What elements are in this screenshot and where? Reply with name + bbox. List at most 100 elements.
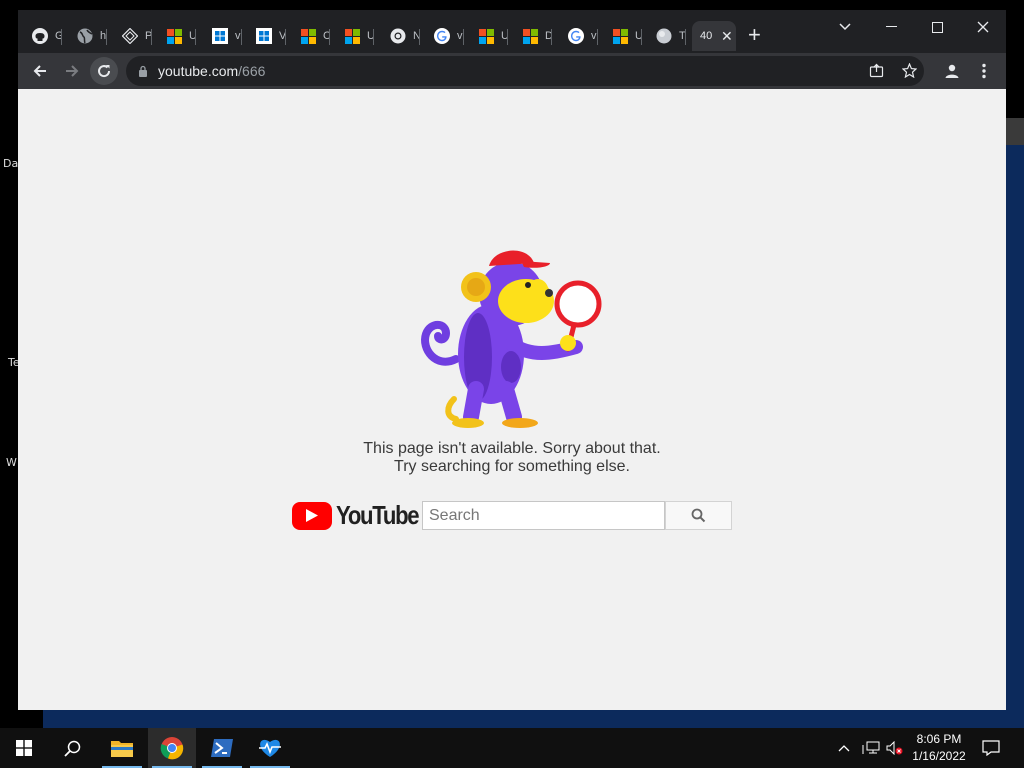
google-icon [434, 28, 450, 44]
clock-time: 8:06 PM [916, 732, 962, 746]
chrome-icon [160, 737, 184, 760]
desktop-icon-label[interactable]: Da [3, 157, 18, 170]
taskbar-search-button[interactable] [48, 728, 96, 768]
error-message-line1: This page isn't available. Sorry about t… [363, 440, 661, 457]
chevron-up-icon [838, 745, 850, 752]
error-message-line2: Try searching for something else. [394, 458, 630, 475]
tab-active[interactable]: 40 ✕ [692, 21, 736, 51]
arrow-left-icon [33, 65, 46, 77]
share-icon[interactable] [869, 63, 884, 82]
profile-button[interactable] [938, 57, 966, 85]
chevron-down-icon [839, 23, 851, 31]
microsoft-icon [612, 28, 628, 44]
chrome-icon [390, 28, 406, 44]
tab-separator [685, 29, 686, 45]
person-icon [945, 64, 959, 78]
folder-icon [111, 741, 133, 757]
youtube-logo[interactable]: YouTube [292, 500, 433, 531]
globe-gray-icon [656, 28, 672, 44]
tab-15[interactable]: T [642, 21, 686, 51]
tab-2[interactable]: h [63, 21, 107, 51]
globe-icon [77, 28, 93, 44]
reload-button[interactable] [90, 57, 118, 85]
tab-7[interactable]: C [286, 21, 330, 51]
monkey-illustration [421, 250, 602, 428]
taskbar-monitor-app[interactable] [246, 728, 294, 768]
tab-separator [551, 29, 552, 45]
tab-3[interactable]: P [108, 21, 152, 51]
bookmark-star-icon[interactable] [901, 62, 918, 82]
start-button[interactable] [0, 728, 48, 768]
taskbar-chrome[interactable] [148, 728, 196, 768]
close-icon [977, 21, 989, 33]
tab-10[interactable]: v [420, 21, 464, 51]
tab-9[interactable]: N [376, 21, 420, 51]
search-icon [63, 740, 80, 757]
forward-button[interactable] [58, 57, 86, 85]
search-icon [691, 508, 706, 523]
search-button[interactable] [665, 501, 732, 530]
lock-icon[interactable] [138, 65, 148, 77]
tab-4[interactable]: U [152, 21, 196, 51]
minimize-icon [885, 26, 897, 27]
heart-pulse-icon [259, 739, 281, 757]
microsoft-icon [166, 28, 182, 44]
microsoft-icon [478, 28, 494, 44]
tab-separator [106, 29, 107, 45]
show-hidden-icons-button[interactable] [838, 728, 850, 768]
new-tab-button[interactable]: + [748, 24, 761, 46]
menu-button[interactable] [970, 57, 998, 85]
volume-tray-button[interactable] [886, 728, 904, 768]
back-button[interactable] [26, 57, 54, 85]
tab-title: 40 [700, 30, 712, 42]
youtube-play-icon [292, 501, 332, 530]
clock-date: 1/16/2022 [912, 749, 966, 763]
url-host: youtube.com [158, 63, 239, 79]
taskbar-powershell[interactable] [198, 728, 246, 768]
tab-separator [61, 29, 62, 45]
system-clock[interactable]: 8:06 PM 1/16/2022 [906, 731, 972, 765]
maximize-icon [931, 21, 943, 33]
tab-search-button[interactable] [825, 12, 865, 42]
github-icon [32, 28, 48, 44]
search-input[interactable] [422, 501, 665, 530]
tab-strip: GhPUvVCUNvUDvUT 40 ✕ + [18, 10, 1006, 53]
notification-icon [982, 740, 1000, 756]
maximize-button[interactable] [917, 12, 957, 42]
tab-13[interactable]: v [554, 21, 598, 51]
background-window-edge [1006, 118, 1024, 145]
page-content: This page isn't available. Sorry about t… [18, 89, 1006, 710]
address-bar[interactable]: youtube.com/666 [126, 56, 924, 86]
taskbar-file-explorer[interactable] [98, 728, 146, 768]
powershell-icon [211, 739, 233, 757]
tab-6[interactable]: V [242, 21, 286, 51]
microsoft-icon [344, 28, 360, 44]
action-center-button[interactable] [982, 728, 1000, 768]
browser-toolbar: youtube.com/666 [18, 53, 1006, 89]
network-tray-button[interactable] [862, 728, 880, 768]
windows-icon [256, 28, 272, 44]
tab-1[interactable]: G [18, 21, 62, 51]
minimize-button[interactable] [871, 12, 911, 42]
arrow-right-icon [66, 65, 79, 77]
youtube-wordmark: YouTube [336, 500, 420, 530]
kebab-menu-icon [982, 63, 986, 79]
tab-11[interactable]: U [464, 21, 508, 51]
close-tab-icon[interactable]: ✕ [721, 28, 733, 45]
windows-start-icon [16, 740, 32, 756]
tab-8[interactable]: U [330, 21, 374, 51]
tab-separator [195, 29, 196, 45]
tab-14[interactable]: U [598, 21, 642, 51]
reload-icon [98, 65, 111, 78]
chrome-browser-window: GhPUvVCUNvUDvUT 40 ✕ + youtube.com /666 … [18, 10, 1006, 710]
close-window-button[interactable] [963, 12, 1003, 42]
windows-icon [212, 28, 228, 44]
microsoft-icon [300, 28, 316, 44]
network-icon [862, 741, 880, 754]
url-path: /666 [238, 63, 266, 79]
tab-separator [373, 29, 374, 45]
tab-5[interactable]: v [198, 21, 242, 51]
google-icon [568, 28, 584, 44]
tab-12[interactable]: D [508, 21, 552, 51]
desktop-icon-label[interactable]: W [6, 456, 17, 469]
